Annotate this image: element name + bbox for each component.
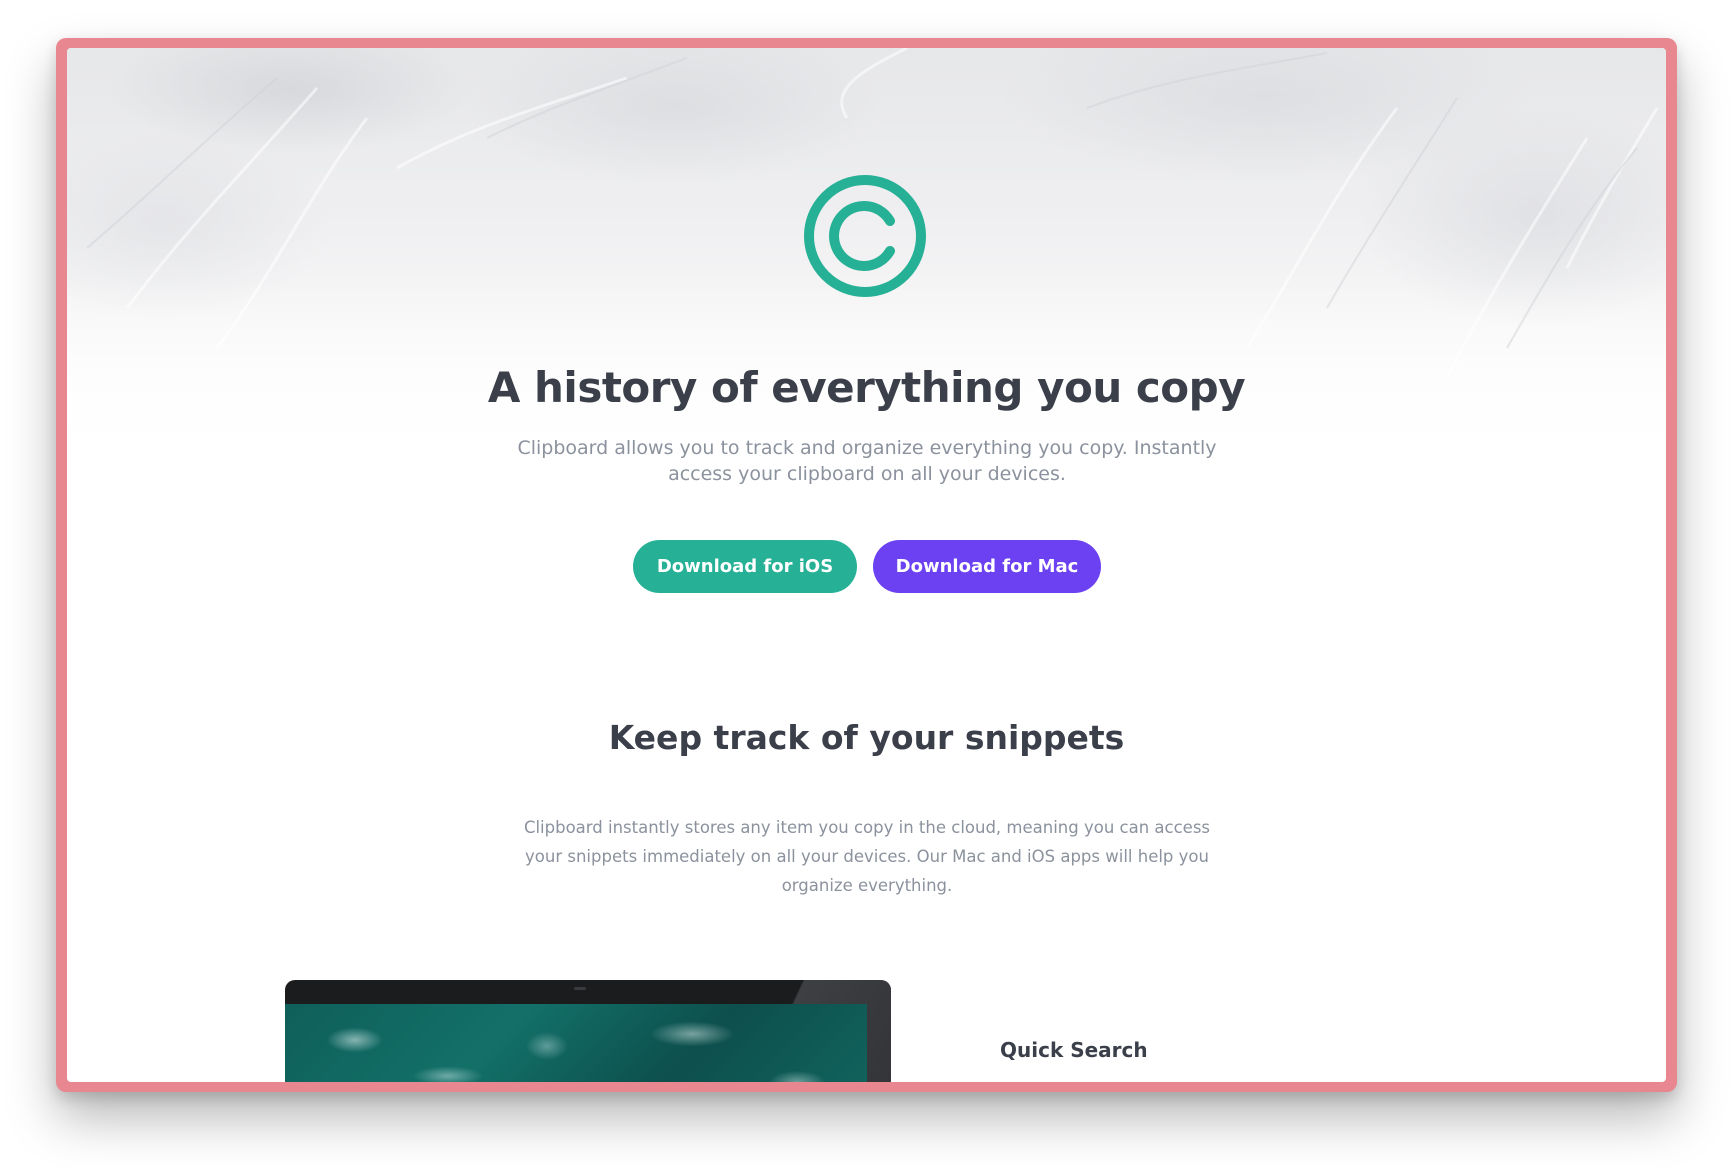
download-mac-button[interactable]: Download for Mac	[873, 540, 1101, 593]
hero-headline: A history of everything you copy	[487, 363, 1246, 412]
browser-frame: A history of everything you copy Clipboa…	[56, 38, 1677, 1092]
hero-subtext: Clipboard allows you to track and organi…	[517, 437, 1217, 485]
computer-mockup-image	[285, 980, 891, 1082]
snippets-section-text: Clipboard instantly stores any item you …	[523, 818, 1211, 895]
copyright-circle-icon	[804, 175, 926, 297]
quick-search-feature-title: Quick Search	[1000, 1038, 1148, 1062]
snippets-section-title: Keep track of your snippets	[608, 718, 1125, 757]
screenshot-stage: A history of everything you copy Clipboa…	[0, 0, 1733, 1167]
page-viewport[interactable]: A history of everything you copy Clipboa…	[67, 48, 1666, 1082]
device-camera	[574, 987, 586, 990]
download-ios-button[interactable]: Download for iOS	[633, 540, 857, 593]
device-screen-ocean-wallpaper	[285, 1004, 867, 1082]
